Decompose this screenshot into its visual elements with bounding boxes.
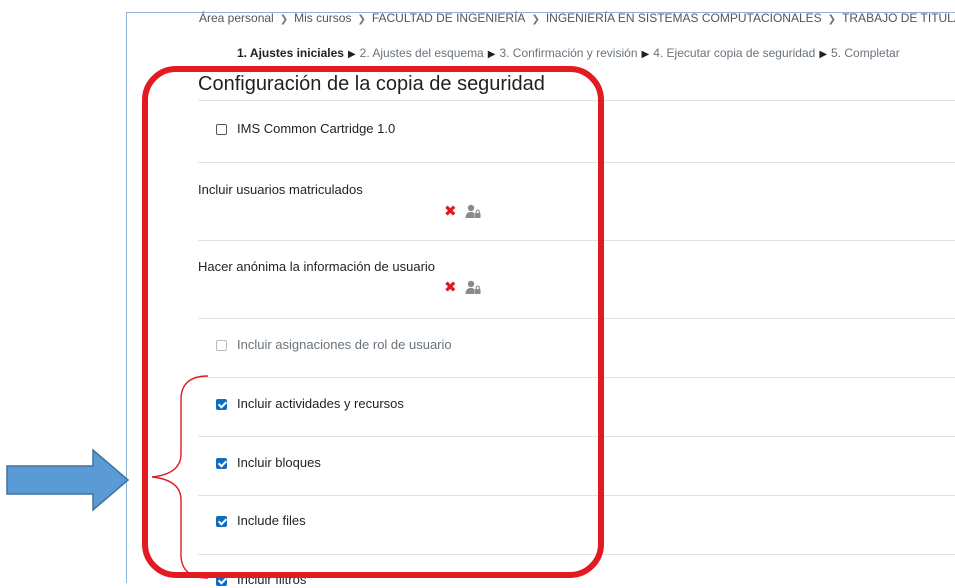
arrow-right-icon — [6, 448, 130, 512]
divider — [198, 100, 955, 101]
user-lock-icon — [465, 280, 481, 294]
divider — [198, 240, 955, 241]
triangle-right-icon: ▶ — [487, 49, 496, 60]
users-label: Incluir usuarios matriculados — [198, 182, 363, 197]
close-icon: ✖ — [444, 203, 457, 220]
blocks-label: Incluir bloques — [237, 455, 321, 470]
role-assignments-checkbox[interactable] — [216, 339, 227, 351]
setting-filters-row: Incluir filtros — [216, 572, 306, 588]
divider — [198, 495, 955, 496]
chevron-right-icon: ❯ — [531, 14, 540, 25]
setting-blocks-row: Incluir bloques — [216, 455, 321, 471]
role-assignments-label: Incluir asignaciones de rol de usuario — [237, 337, 452, 352]
step-4: 4. Ejecutar copia de seguridad — [653, 46, 816, 60]
divider — [198, 318, 955, 319]
activities-checkbox[interactable] — [216, 398, 227, 410]
chevron-right-icon: ❯ — [357, 14, 366, 25]
setting-role-assignments-row: Incluir asignaciones de rol de usuario — [216, 337, 452, 353]
filters-label: Incluir filtros — [237, 572, 307, 587]
anonymize-label: Hacer anónima la información de usuario — [198, 259, 436, 274]
breadcrumb: Área personal ❯ Mis cursos ❯ FACULTAD DE ING… — [199, 10, 955, 26]
users-status: ✖ — [444, 204, 481, 219]
divider — [198, 436, 955, 437]
chevron-right-icon: ❯ — [827, 14, 837, 25]
breadcrumb-item-home[interactable]: Área personal — [199, 11, 274, 25]
files-label: Include files — [237, 513, 306, 528]
setting-ims-row: IMS Common Cartridge 1.0 — [216, 121, 395, 137]
step-current: 1. Ajustes iniciales — [237, 46, 344, 60]
filters-checkbox[interactable] — [216, 574, 227, 586]
divider — [198, 554, 955, 555]
step-3: 3. Confirmación y revisión — [499, 46, 638, 60]
setting-files-row: Include files — [216, 513, 306, 529]
step-5: 5. Completar — [831, 46, 900, 60]
backup-steps: 1. Ajustes iniciales ▶ 2. Ajustes del esqu… — [237, 45, 955, 63]
divider — [198, 377, 955, 378]
page-frame — [126, 12, 955, 583]
chevron-right-icon: ❯ — [279, 14, 289, 25]
blocks-checkbox[interactable] — [216, 457, 227, 469]
anonymize-status: ✖ — [444, 280, 481, 295]
user-lock-icon — [465, 204, 481, 218]
step-2: 2. Ajustes del esquema — [359, 46, 484, 60]
breadcrumb-item-course[interactable]: TRABAJO DE TITULACIÓN-PA — [842, 11, 955, 25]
section-title: Configuración de la copia de seguridad — [198, 73, 545, 95]
breadcrumb-item-career[interactable]: INGENIERÍA EN SISTEMAS COMPUTACIONALES — [546, 11, 822, 25]
files-checkbox[interactable] — [216, 515, 227, 527]
setting-activities-row: Incluir actividades y recursos — [216, 396, 404, 412]
ims-checkbox[interactable] — [216, 123, 227, 135]
triangle-right-icon: ▶ — [641, 49, 650, 60]
close-icon: ✖ — [444, 279, 457, 296]
divider — [198, 162, 955, 163]
triangle-right-icon: ▶ — [347, 49, 356, 60]
ims-label: IMS Common Cartridge 1.0 — [237, 121, 396, 136]
triangle-right-icon: ▶ — [819, 49, 828, 60]
breadcrumb-item-my-courses[interactable]: Mis cursos — [294, 11, 351, 25]
breadcrumb-item-faculty[interactable]: FACULTAD DE INGENIERÍA — [372, 11, 526, 25]
activities-label: Incluir actividades y recursos — [237, 396, 404, 411]
